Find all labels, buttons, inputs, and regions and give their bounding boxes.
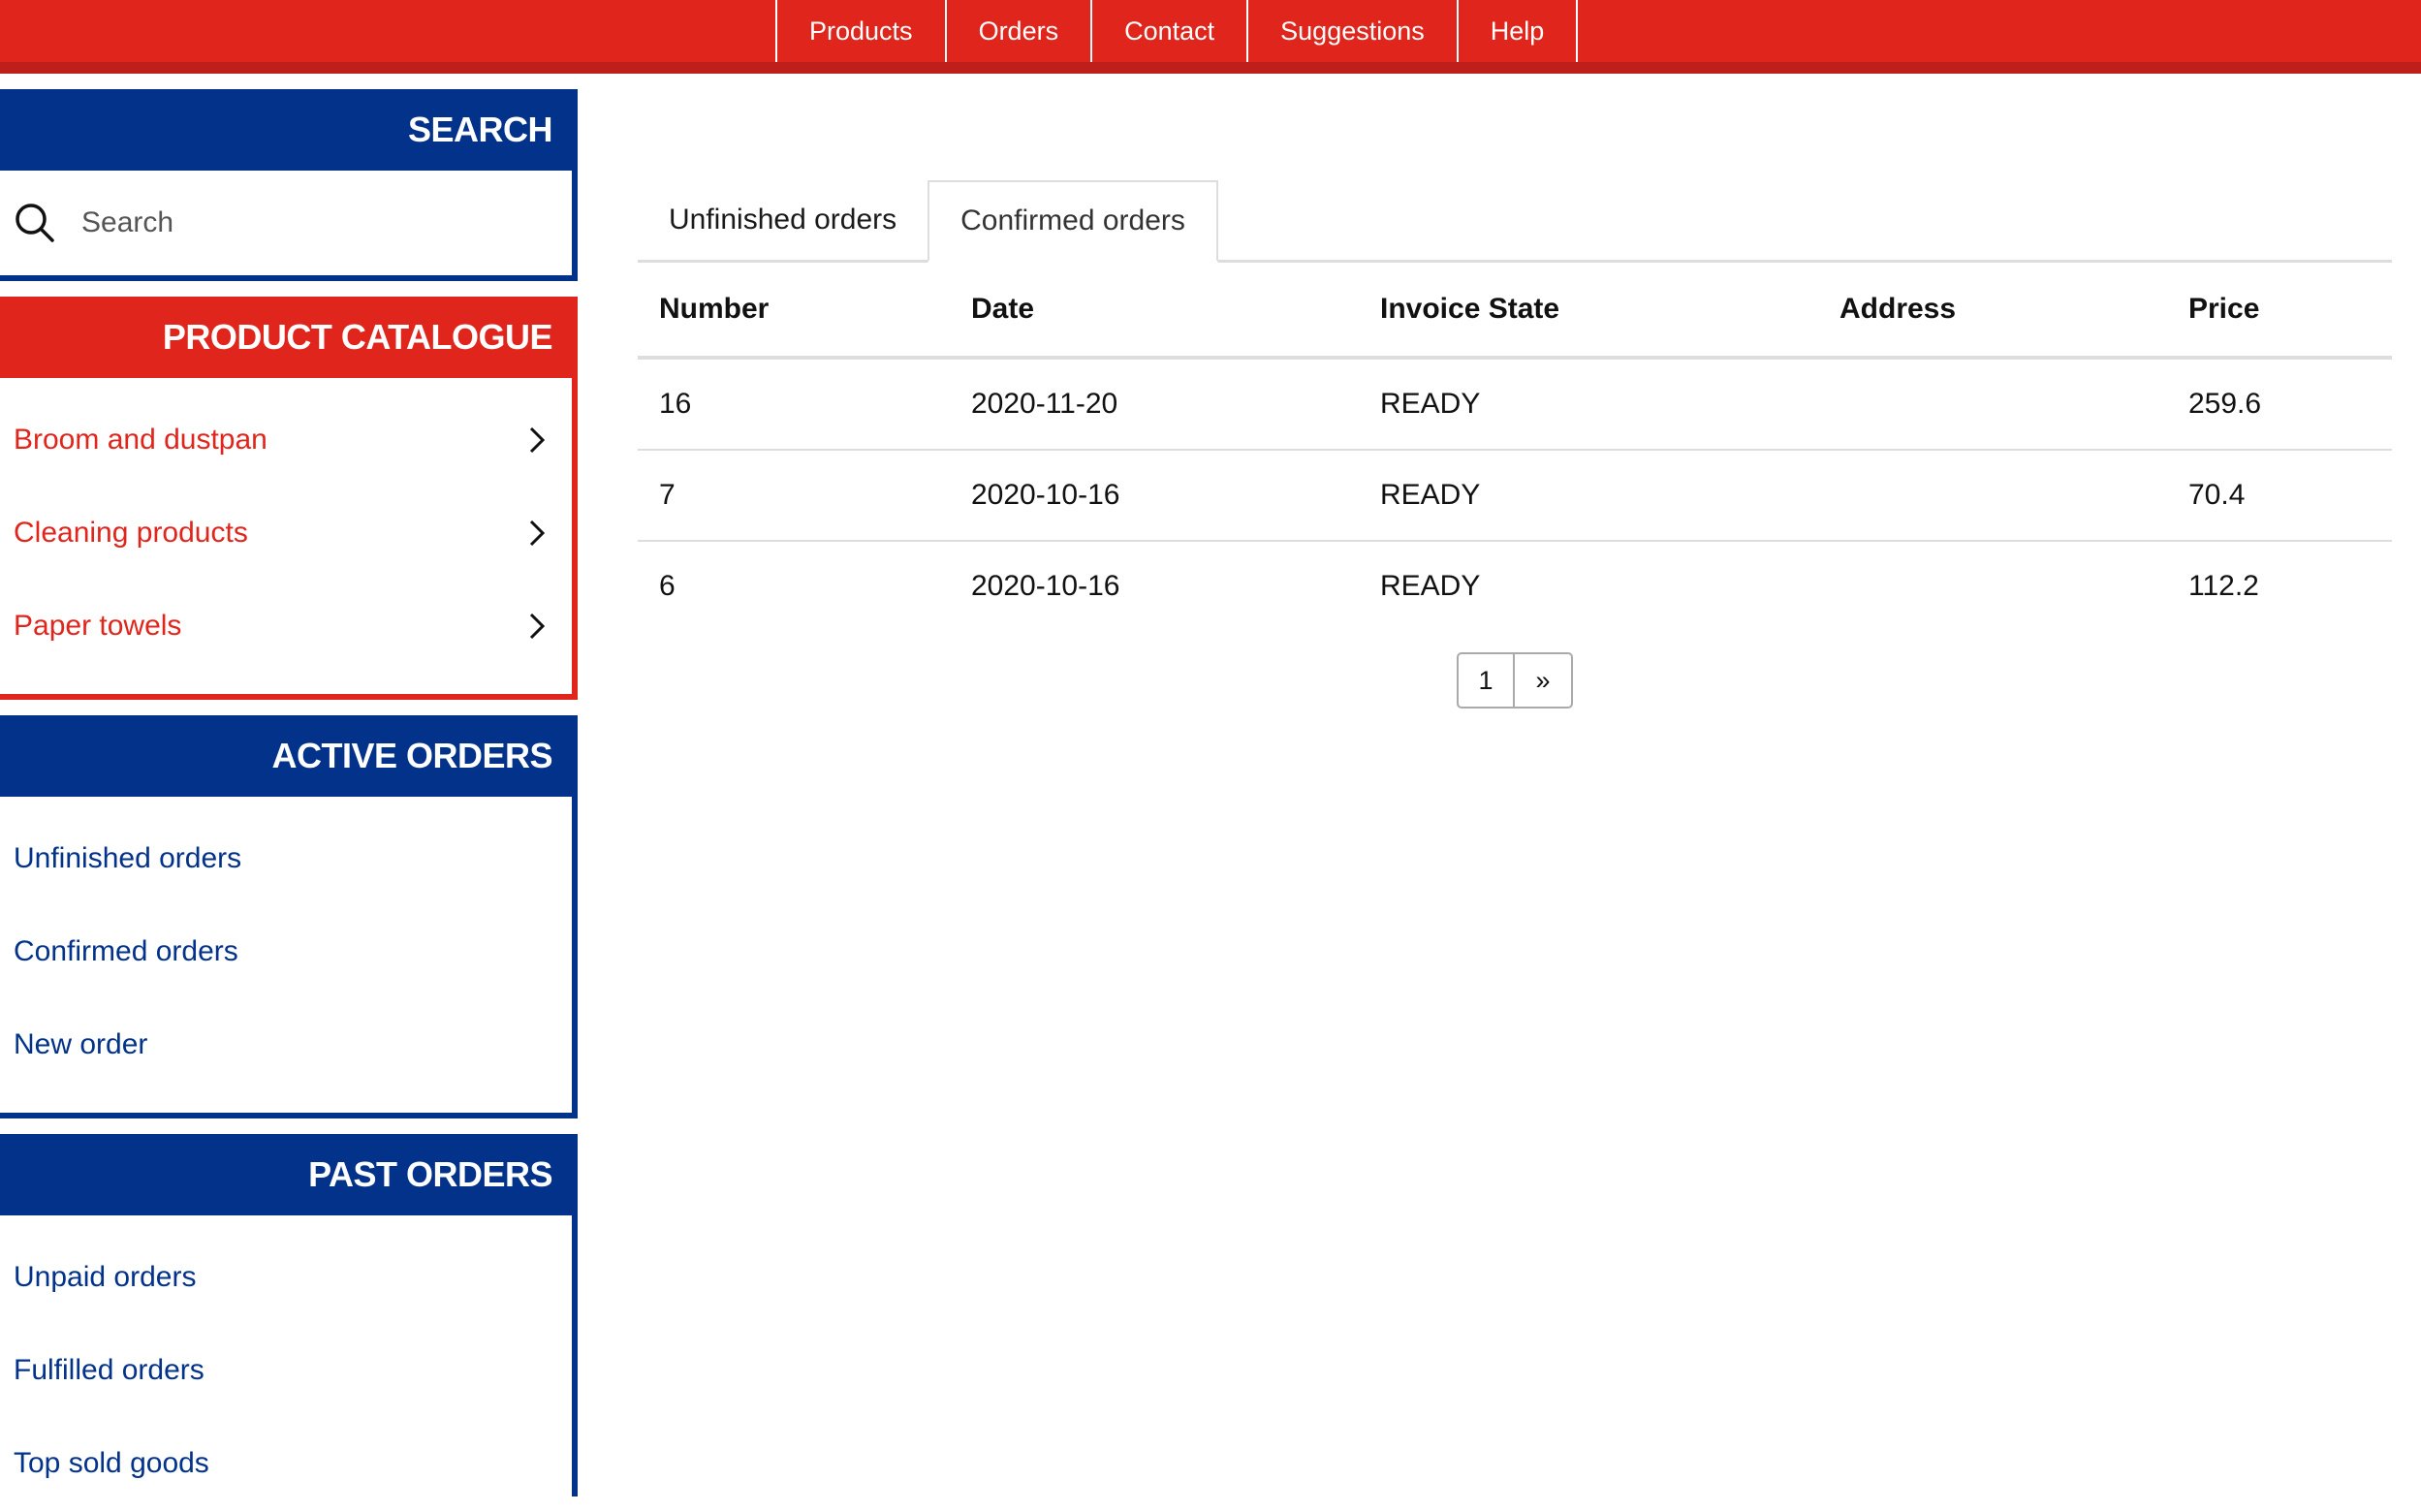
cell-price: 70.4 xyxy=(2167,450,2392,542)
catalogue-item-broom-and-dustpan[interactable]: Broom and dustpan xyxy=(0,394,572,487)
chevron-right-icon xyxy=(529,613,546,640)
sidebar-item-new-order[interactable]: New order xyxy=(0,998,572,1091)
nav-help[interactable]: Help xyxy=(1456,0,1579,62)
sidebar-item-unfinished-orders[interactable]: Unfinished orders xyxy=(0,812,572,905)
cell-address xyxy=(1818,450,2167,542)
table-header-row: Number Date Invoice State Address Price xyxy=(638,263,2392,360)
cell-address xyxy=(1818,358,2167,451)
product-catalogue-list: Broom and dustpan Cleaning products Pape… xyxy=(0,378,578,700)
past-orders-title: PAST ORDERS xyxy=(0,1134,578,1215)
search-panel: SEARCH xyxy=(0,89,578,281)
cell-number: 6 xyxy=(659,570,676,602)
cell-number: 16 xyxy=(638,358,950,451)
sidebar-item-top-sold-goods[interactable]: Top sold goods xyxy=(0,1417,572,1510)
orders-table: Number Date Invoice State Address Price … xyxy=(638,263,2392,631)
cell-invoice-state: READY xyxy=(1359,450,1818,542)
sidebar-item-label: Fulfilled orders xyxy=(14,1354,204,1386)
table-row[interactable]: 7 2020-10-16 READY 70.4 xyxy=(638,450,2392,542)
nav-suggestions[interactable]: Suggestions xyxy=(1246,0,1457,62)
past-orders-panel: PAST ORDERS Unpaid orders Fulfilled orde… xyxy=(0,1134,578,1496)
product-catalogue-title: PRODUCT CATALOGUE xyxy=(0,297,578,378)
main-nav: Products Orders Contact Suggestions Help xyxy=(775,0,1579,62)
chevron-right-icon xyxy=(529,520,546,547)
catalogue-item-paper-towels[interactable]: Paper towels xyxy=(0,580,572,673)
table-row[interactable]: 6 2020-10-16 READY 112.2 xyxy=(638,541,2392,631)
search-icon[interactable] xyxy=(14,202,56,244)
sidebar-item-unpaid-orders[interactable]: Unpaid orders xyxy=(0,1231,572,1324)
pagination: 1 » xyxy=(638,652,2392,709)
sidebar: SEARCH PRODUCT CATALOGUE Broom and dustp… xyxy=(0,89,578,1512)
active-orders-panel: ACTIVE ORDERS Unfinished orders Confirme… xyxy=(0,715,578,1118)
order-tabs: Unfinished orders Confirmed orders xyxy=(638,180,2392,263)
sidebar-item-label: Unpaid orders xyxy=(14,1261,197,1293)
cell-price: 259.6 xyxy=(2167,358,2392,451)
active-orders-list: Unfinished orders Confirmed orders New o… xyxy=(0,797,578,1118)
page-1-button[interactable]: 1 xyxy=(1457,652,1515,709)
cell-invoice-state: READY xyxy=(1380,570,1481,602)
search-box xyxy=(0,171,578,281)
cell-price: 112.2 xyxy=(2188,570,2259,602)
column-header-address: Address xyxy=(1818,263,2167,360)
cell-address xyxy=(1818,541,2167,631)
sidebar-item-label: Unfinished orders xyxy=(14,842,242,874)
tab-unfinished-orders[interactable]: Unfinished orders xyxy=(638,180,928,260)
column-header-price: Price xyxy=(2167,263,2392,360)
tab-confirmed-orders[interactable]: Confirmed orders xyxy=(928,180,1218,263)
past-orders-list: Unpaid orders Fulfilled orders Top sold … xyxy=(0,1215,578,1496)
sidebar-item-confirmed-orders[interactable]: Confirmed orders xyxy=(0,905,572,998)
product-catalogue-panel: PRODUCT CATALOGUE Broom and dustpan Clea… xyxy=(0,297,578,700)
active-orders-title: ACTIVE ORDERS xyxy=(0,715,578,797)
sidebar-item-label: New order xyxy=(14,1028,148,1060)
catalogue-item-label: Broom and dustpan xyxy=(14,424,267,456)
sidebar-item-label: Top sold goods xyxy=(14,1447,209,1479)
nav-orders[interactable]: Orders xyxy=(944,0,1091,62)
column-header-invoice-state: Invoice State xyxy=(1359,263,1818,360)
column-header-date: Date xyxy=(950,263,1359,360)
cell-date: 2020-10-16 xyxy=(950,450,1359,542)
nav-products[interactable]: Products xyxy=(775,0,945,62)
cell-date: 2020-10-16 xyxy=(971,570,1120,602)
catalogue-item-label: Cleaning products xyxy=(14,517,248,549)
column-header-number: Number xyxy=(638,263,950,360)
table-row[interactable]: 16 2020-11-20 READY 259.6 xyxy=(638,358,2392,451)
sidebar-item-fulfilled-orders[interactable]: Fulfilled orders xyxy=(0,1324,572,1417)
nav-contact[interactable]: Contact xyxy=(1090,0,1246,62)
search-input[interactable] xyxy=(79,205,490,240)
catalogue-item-cleaning-products[interactable]: Cleaning products xyxy=(0,487,572,580)
cell-number: 7 xyxy=(638,450,950,542)
cell-invoice-state: READY xyxy=(1359,358,1818,451)
search-panel-title: SEARCH xyxy=(0,89,578,171)
catalogue-item-label: Paper towels xyxy=(14,610,182,642)
top-bar: Products Orders Contact Suggestions Help xyxy=(0,0,2421,74)
main-content: Unfinished orders Confirmed orders Numbe… xyxy=(638,180,2392,709)
cell-date: 2020-11-20 xyxy=(950,358,1359,451)
chevron-right-icon xyxy=(529,426,546,454)
sidebar-item-label: Confirmed orders xyxy=(14,935,238,967)
next-page-button[interactable]: » xyxy=(1515,652,1573,709)
